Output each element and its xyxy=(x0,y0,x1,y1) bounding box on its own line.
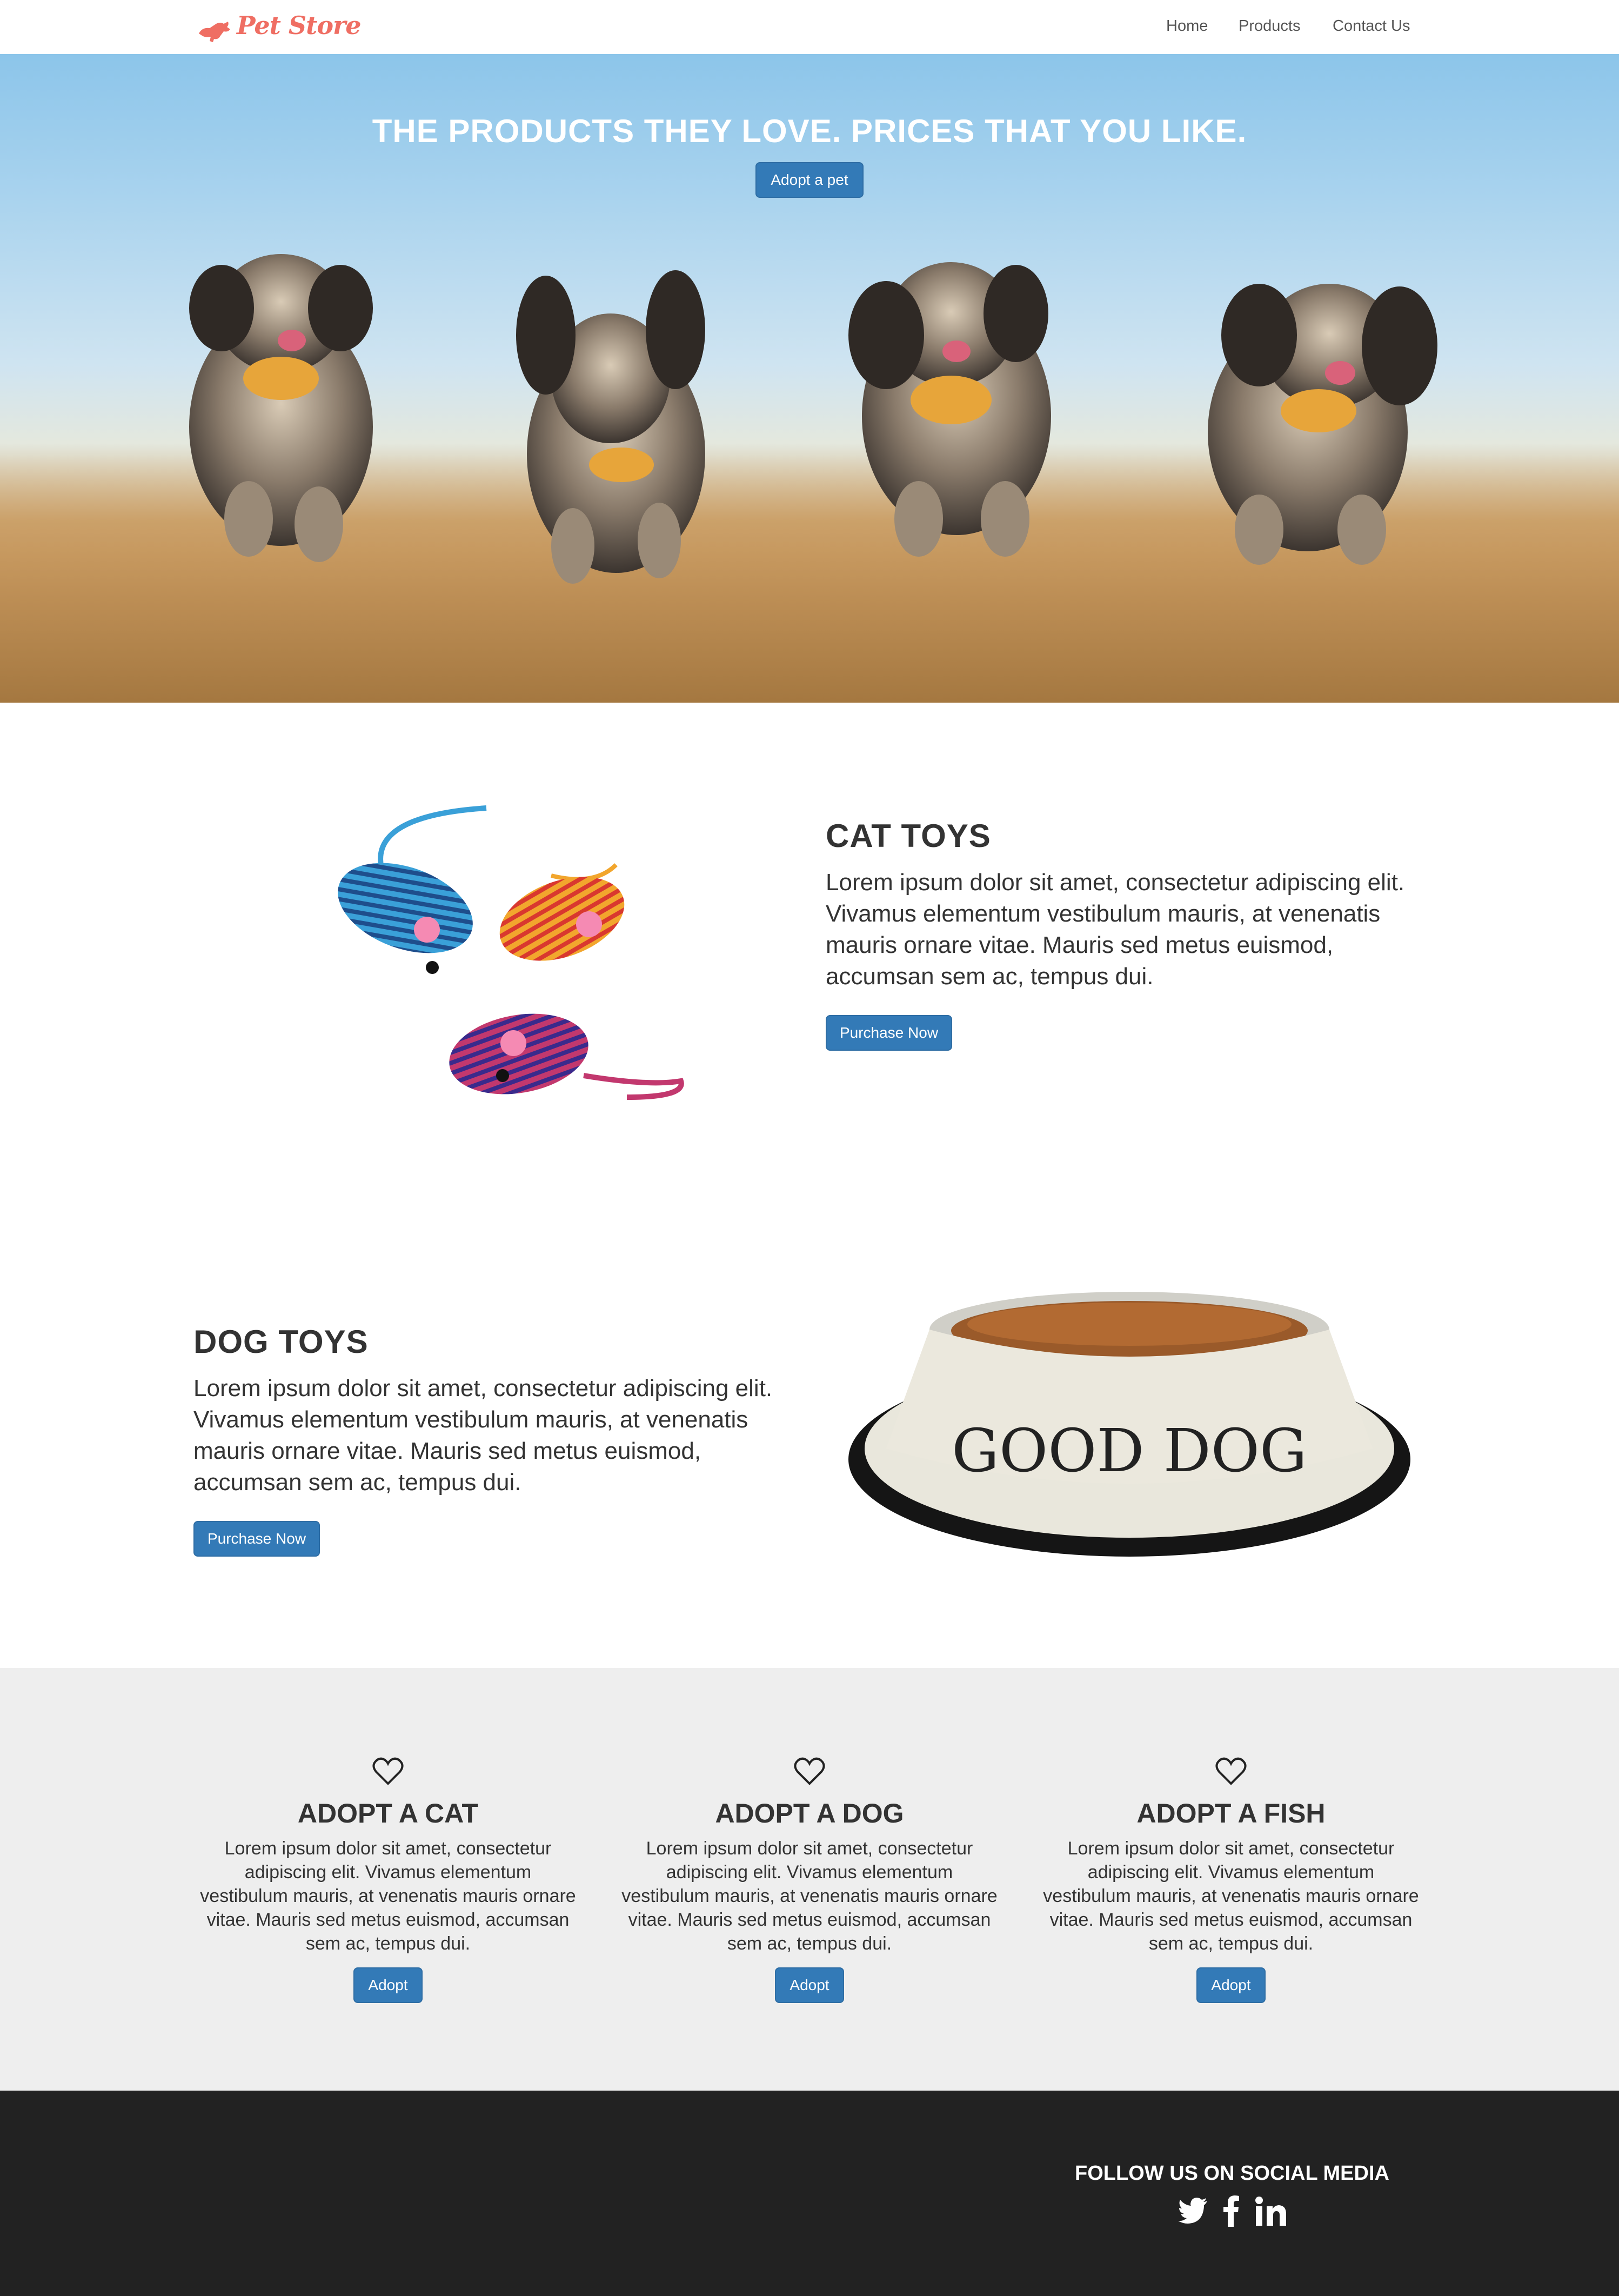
footer: FOLLOW US ON SOCIAL MEDIA xyxy=(0,2091,1619,2296)
hero-title: THE PRODUCTS THEY LOVE. PRICES THAT YOU … xyxy=(372,113,1247,149)
brand-logo[interactable]: Pet Store xyxy=(197,11,362,46)
dog-bowl-image: GOOD DOG xyxy=(843,1286,1416,1589)
navbar: Pet Store Home Products Contact Us xyxy=(0,0,1619,55)
heart-icon xyxy=(372,1757,404,1785)
adopt-fish-title: ADOPT A FISH xyxy=(1136,1798,1326,1828)
cat-toys-title: CAT TOYS xyxy=(826,818,991,854)
adopt-fish-button[interactable]: Adopt xyxy=(1196,1967,1266,2003)
hero-banner: THE PRODUCTS THEY LOVE. PRICES THAT YOU … xyxy=(0,54,1619,703)
bowl-label: GOOD DOG xyxy=(952,1416,1307,1485)
adopt-section: ADOPT A CAT Lorem ipsum dolor sit amet, … xyxy=(0,1668,1619,2091)
adopt-dog-description: Lorem ipsum dolor sit amet, consectetur … xyxy=(621,1838,998,1954)
cat-toys-image xyxy=(338,805,684,1100)
nav-products[interactable]: Products xyxy=(1239,17,1300,35)
heart-icon xyxy=(1215,1757,1247,1785)
adopt-a-pet-button[interactable]: Adopt a pet xyxy=(755,162,864,198)
brand-name: Pet Store xyxy=(237,11,362,40)
running-dogs-image xyxy=(0,254,1619,703)
dog-toys-description: Lorem ipsum dolor sit amet, consectetur … xyxy=(193,1375,773,1496)
adopt-cat-title: ADOPT A CAT xyxy=(297,1798,479,1828)
adopt-cat-button[interactable]: Adopt xyxy=(353,1967,423,2003)
footer-social-title: FOLLOW US ON SOCIAL MEDIA xyxy=(1075,2162,1389,2185)
cat-toys-description: Lorem ipsum dolor sit amet, consectetur … xyxy=(826,869,1405,990)
twitter-icon[interactable] xyxy=(1178,2198,1208,2224)
dog-toys-purchase-button[interactable]: Purchase Now xyxy=(193,1521,320,1557)
adopt-dog-title: ADOPT A DOG xyxy=(715,1798,904,1828)
linkedin-icon[interactable] xyxy=(1255,2197,1286,2226)
facebook-icon[interactable] xyxy=(1222,2194,1240,2227)
heart-icon xyxy=(794,1757,825,1785)
adopt-fish-description: Lorem ipsum dolor sit amet, consectetur … xyxy=(1043,1838,1419,1954)
dog-toys-title: DOG TOYS xyxy=(193,1324,369,1360)
adopt-dog-button[interactable]: Adopt xyxy=(775,1967,844,2003)
nav-home[interactable]: Home xyxy=(1166,17,1208,35)
cat-toys-purchase-button[interactable]: Purchase Now xyxy=(826,1015,952,1051)
adopt-cat-description: Lorem ipsum dolor sit amet, consectetur … xyxy=(200,1838,576,1954)
nav-contact-us[interactable]: Contact Us xyxy=(1333,17,1410,35)
pet-icon xyxy=(199,22,230,42)
